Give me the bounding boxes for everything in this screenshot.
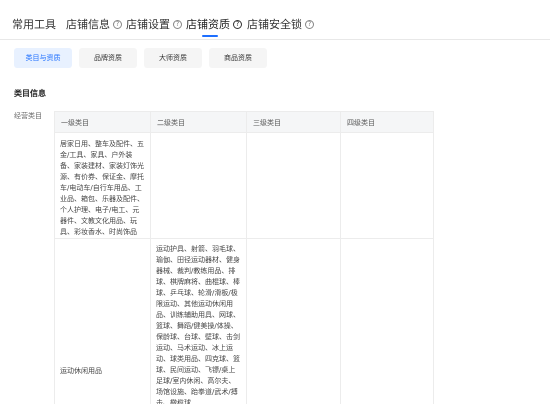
- subtab-master-qualification[interactable]: 大师资质: [144, 48, 202, 68]
- tab-label: 店铺资质: [186, 18, 230, 31]
- column-header-level2: 二级类目: [157, 119, 185, 127]
- column-header-level3: 三级类目: [253, 119, 281, 127]
- help-icon[interactable]: ?: [113, 19, 122, 29]
- active-tab-indicator: [202, 35, 218, 37]
- column-header-level4: 四级类目: [347, 119, 375, 127]
- tab-label: 常用工具: [12, 18, 56, 31]
- table-cell-level1: 运动休闲用品: [60, 367, 102, 375]
- column-divider: [150, 111, 151, 404]
- tab-common-tools[interactable]: 常用工具: [12, 16, 56, 32]
- top-nav: 常用工具 店铺信息 ? 店铺设置 ? 店铺资质 ? 店铺安全锁 ?: [0, 0, 550, 40]
- section-title: 类目信息: [14, 89, 46, 98]
- tab-store-settings[interactable]: 店铺设置 ?: [126, 16, 182, 32]
- tab-label: 店铺信息: [66, 18, 110, 31]
- row-divider: [54, 238, 434, 239]
- column-header-level1: 一级类目: [61, 119, 89, 127]
- subtab-category-qualification[interactable]: 类目与资质: [14, 48, 72, 68]
- subtab-brand-qualification[interactable]: 品牌资质: [79, 48, 137, 68]
- tab-store-info[interactable]: 店铺信息 ?: [66, 16, 122, 32]
- table-border: [433, 111, 434, 404]
- row-label: 经营类目: [14, 112, 42, 120]
- category-table: 一级类目 二级类目 三级类目 四级类目 居家日用、整车及配件、五金/工具、家具、…: [54, 111, 434, 404]
- table-cell-level2: 运动护具、射箭、羽毛球、瑜伽、田径运动器材、健身器械、裁判/教练用品、排球、棋牌…: [156, 245, 240, 404]
- column-divider: [340, 111, 341, 404]
- help-icon[interactable]: ?: [233, 19, 242, 29]
- table-border: [54, 111, 55, 404]
- subtab-product-qualification[interactable]: 商品资质: [209, 48, 267, 68]
- tab-label: 店铺安全锁: [247, 18, 302, 31]
- column-divider: [246, 111, 247, 404]
- help-icon[interactable]: ?: [173, 19, 182, 29]
- tab-store-qualification[interactable]: 店铺资质 ?: [186, 16, 242, 32]
- help-icon[interactable]: ?: [305, 19, 314, 29]
- tab-label: 店铺设置: [126, 18, 170, 31]
- table-cell-level1: 居家日用、整车及配件、五金/工具、家具、户外装备、家装建材、家装灯饰光源、有价券…: [60, 140, 144, 236]
- tab-store-security-lock[interactable]: 店铺安全锁 ?: [247, 16, 314, 32]
- table-header: 一级类目 二级类目 三级类目 四级类目: [54, 111, 434, 133]
